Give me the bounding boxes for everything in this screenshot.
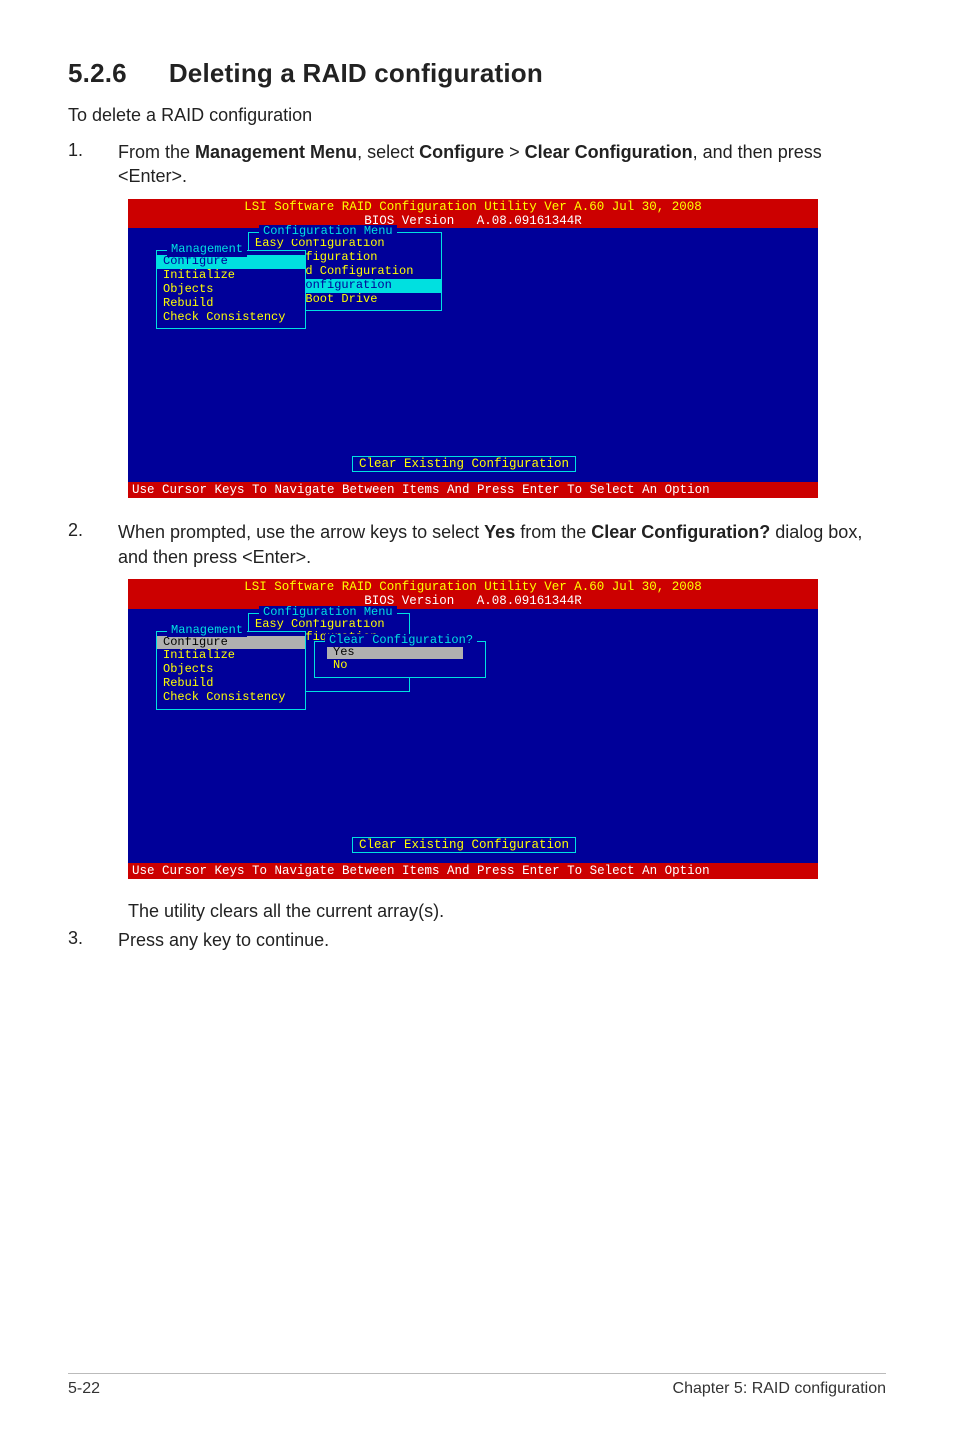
section-title-text: Deleting a RAID configuration (169, 58, 543, 88)
bios-status-message: Clear Existing Configuration (352, 837, 576, 853)
mgmt-item-rebuild[interactable]: Rebuild (157, 297, 305, 311)
bios-title-line1: LSI Software RAID Configuration Utility … (128, 580, 818, 594)
step-number: 3. (68, 928, 118, 952)
section-heading: 5.2.6 Deleting a RAID configuration (68, 58, 886, 89)
cfg-item-easy[interactable]: Easy Configuration (249, 237, 441, 251)
bios-version-value: A.08.09161344R (477, 214, 582, 228)
step-number: 1. (68, 140, 118, 189)
bios-title-line2: BIOS Version A.08.09161344R (128, 214, 818, 228)
bios-screenshot-1: LSI Software RAID Configuration Utility … (128, 199, 818, 499)
cfg-item-easy[interactable]: Easy Configuration (249, 618, 409, 632)
bios-footer: Use Cursor Keys To Navigate Between Item… (128, 863, 818, 879)
clear-conf-yes[interactable]: Yes (327, 646, 463, 660)
clear-conf-label: Clear Configuration (525, 142, 693, 162)
bios-status-message: Clear Existing Configuration (352, 456, 576, 472)
after-note: The utility clears all the current array… (128, 901, 886, 922)
bios-footer: Use Cursor Keys To Navigate Between Item… (128, 482, 818, 498)
clear-configuration-dialog: Clear Configuration? Yes No (314, 641, 486, 679)
t: When prompted, use the arrow keys to sel… (118, 522, 484, 542)
page-number: 5-22 (68, 1380, 100, 1398)
step-1: 1. From the Management Menu, select Conf… (68, 140, 886, 189)
management-menu-panel: Management Configure Initialize Objects … (156, 250, 306, 329)
configuration-menu-title: Configuration Menu (259, 606, 397, 620)
bios-titlebar: LSI Software RAID Configuration Utility … (128, 579, 818, 609)
mgmt-menu-label: Management Menu (195, 142, 357, 162)
management-menu-title: Management (167, 624, 247, 638)
mgmt-item-initialize[interactable]: Initialize (157, 269, 305, 283)
clear-conf-prompt-label: Clear Configuration? (591, 522, 770, 542)
t: from the (515, 522, 591, 542)
mgmt-item-check[interactable]: Check Consistency (157, 311, 305, 325)
step-text: When prompted, use the arrow keys to sel… (118, 520, 886, 569)
step-2: 2. When prompted, use the arrow keys to … (68, 520, 886, 569)
t: > (504, 142, 525, 162)
management-menu-title: Management (167, 243, 247, 257)
t: From the (118, 142, 195, 162)
chapter-label: Chapter 5: RAID configuration (673, 1380, 886, 1398)
mgmt-item-rebuild[interactable]: Rebuild (157, 677, 305, 691)
clear-configuration-dialog-title: Clear Configuration? (325, 634, 477, 648)
mgmt-item-configure[interactable]: Configure (157, 255, 305, 269)
section-number: 5.2.6 (68, 58, 127, 88)
clear-conf-no[interactable]: No (327, 659, 463, 673)
mgmt-item-objects[interactable]: Objects (157, 663, 305, 677)
bios-version-value: A.08.09161344R (477, 594, 582, 608)
yes-label: Yes (484, 522, 515, 542)
page-footer: 5-22 Chapter 5: RAID configuration (68, 1373, 886, 1398)
configure-label: Configure (419, 142, 504, 162)
bios-body: Configuration Menu Easy Configuration Ne… (128, 228, 818, 482)
step-3: 3. Press any key to continue. (68, 928, 886, 952)
bios-screenshot-2: LSI Software RAID Configuration Utility … (128, 579, 818, 879)
bios-title-line2: BIOS Version A.08.09161344R (128, 594, 818, 608)
t: , select (357, 142, 419, 162)
step-text: From the Management Menu, select Configu… (118, 140, 886, 189)
mgmt-item-configure[interactable]: Configure (157, 636, 305, 650)
step-text: Press any key to continue. (118, 928, 886, 952)
mgmt-item-objects[interactable]: Objects (157, 283, 305, 297)
management-menu-panel: Management Configure Initialize Objects … (156, 631, 306, 710)
mgmt-item-check[interactable]: Check Consistency (157, 691, 305, 705)
bios-titlebar: LSI Software RAID Configuration Utility … (128, 199, 818, 229)
bios-body: Configuration Menu Easy Configuration Ne… (128, 609, 818, 863)
bios-title-line1: LSI Software RAID Configuration Utility … (128, 200, 818, 214)
mgmt-item-initialize[interactable]: Initialize (157, 649, 305, 663)
intro-text: To delete a RAID configuration (68, 105, 886, 126)
step-number: 2. (68, 520, 118, 569)
configuration-menu-title: Configuration Menu (259, 225, 397, 239)
